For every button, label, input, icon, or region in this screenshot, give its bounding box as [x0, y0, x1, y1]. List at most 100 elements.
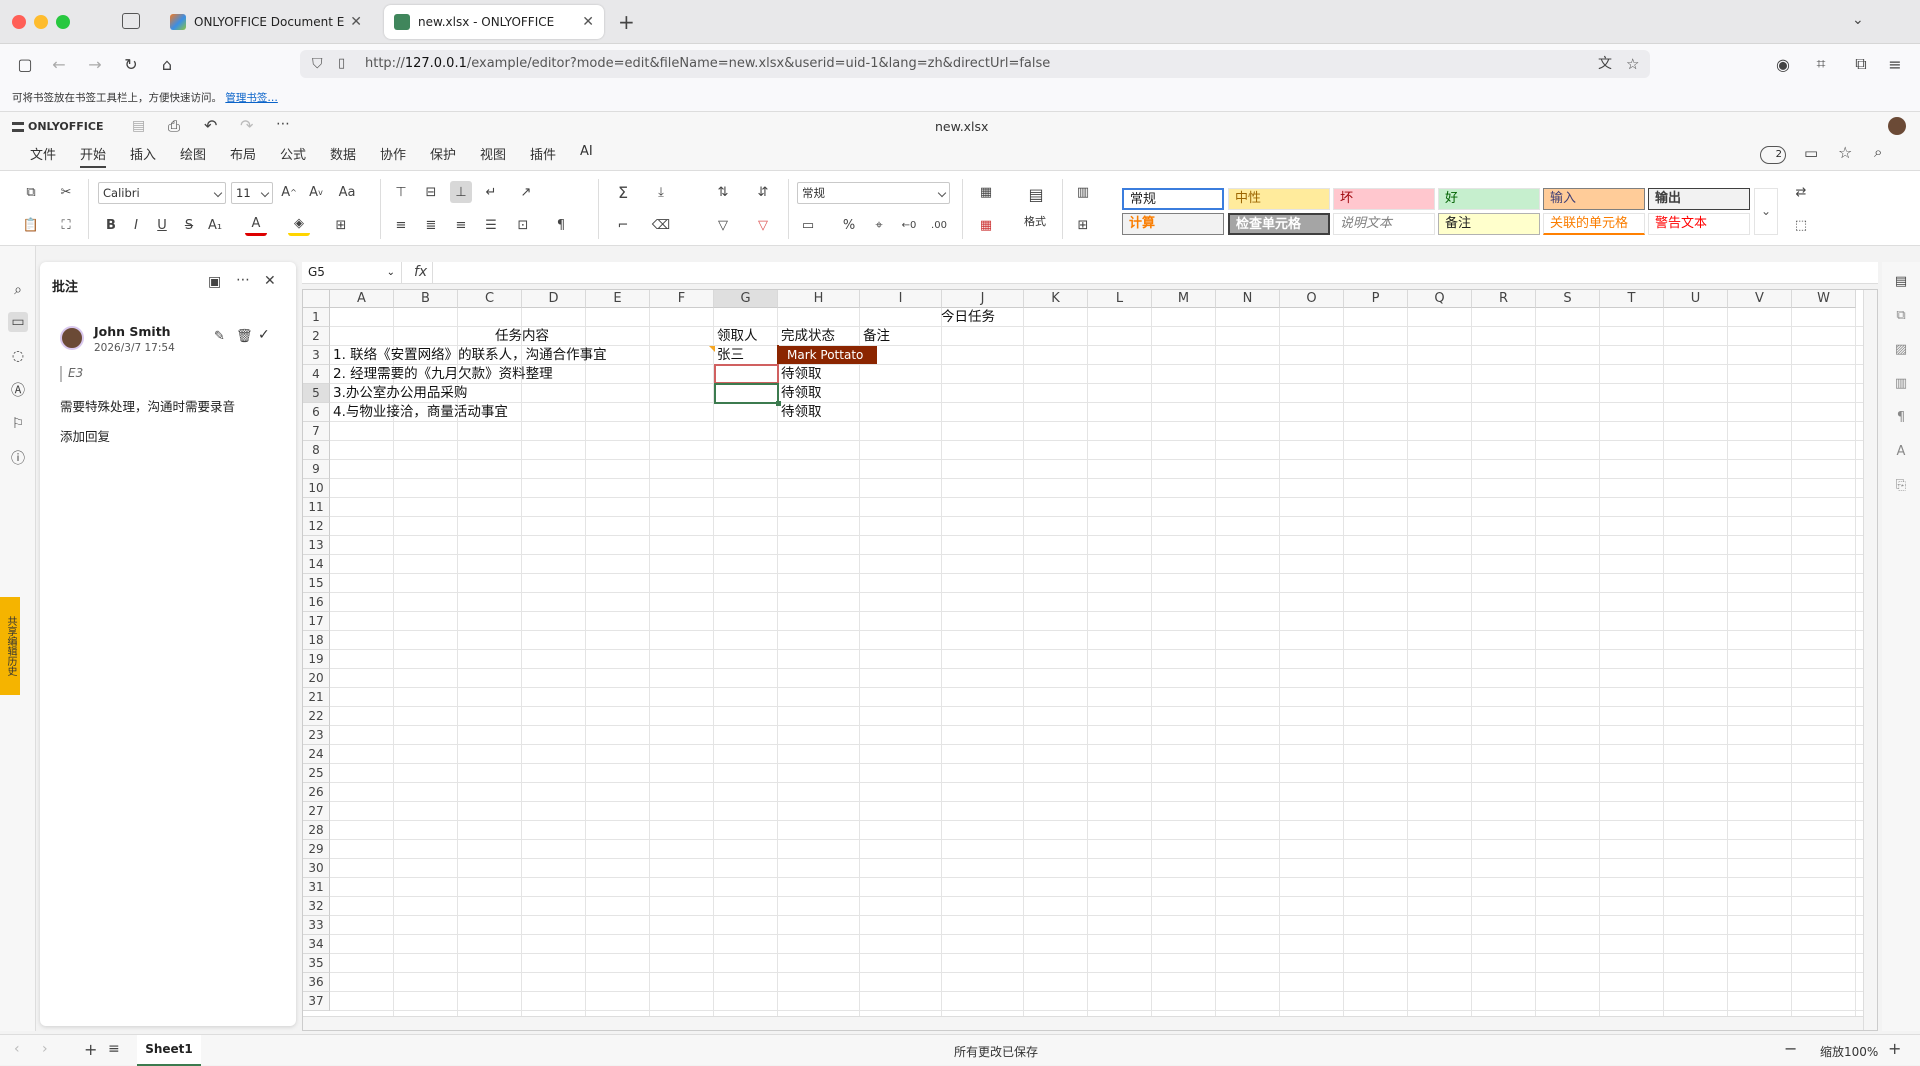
column-header-I[interactable]: I	[860, 290, 942, 308]
vertical-scrollbar[interactable]	[1863, 290, 1877, 1030]
align-right-icon[interactable]: ≡	[450, 214, 472, 236]
tab-data[interactable]: 数据	[330, 144, 356, 163]
align-bottom-icon[interactable]: ⊥	[450, 181, 472, 203]
borders-icon[interactable]: ⊞	[330, 214, 352, 236]
clear-filter-icon[interactable]: ▽	[752, 214, 774, 236]
row-header-29[interactable]: 29	[303, 840, 330, 859]
row-header-31[interactable]: 31	[303, 878, 330, 897]
delete-cells-icon[interactable]: ▦	[975, 214, 997, 236]
print-icon[interactable]: ⎙	[168, 117, 180, 135]
cell-style-explanatory[interactable]: 说明文本	[1333, 213, 1435, 235]
bookmark-star-icon[interactable]: ☆	[1626, 50, 1639, 78]
text-art-icon[interactable]: A	[1892, 442, 1910, 460]
tab-home[interactable]: 开始	[80, 144, 107, 168]
search-icon[interactable]: ⌕	[1874, 143, 1882, 161]
chat-icon[interactable]: ◌	[8, 346, 28, 366]
page-info-icon[interactable]: ▯	[338, 50, 345, 78]
image-settings-icon[interactable]: ▨	[1892, 340, 1910, 358]
undo-icon[interactable]: ↶	[204, 116, 217, 135]
account-icon[interactable]: ◉	[1772, 53, 1794, 75]
cell-A5[interactable]: 3.办公室办公用品采购	[330, 384, 467, 403]
translate-icon[interactable]: 文	[1598, 50, 1612, 78]
announcement-icon[interactable]: ⚐	[8, 414, 28, 434]
new-tab-button[interactable]: +	[618, 10, 635, 34]
tab-formula[interactable]: 公式	[280, 144, 306, 163]
tab-list-chevron-icon[interactable]: ⌄	[1852, 12, 1864, 28]
function-icon[interactable]: fx	[414, 262, 427, 283]
close-window-button[interactable]	[12, 15, 26, 29]
wrap-text-icon[interactable]: ↵	[480, 181, 502, 203]
column-header-E[interactable]: E	[586, 290, 650, 308]
justify-icon[interactable]: ☰	[480, 214, 502, 236]
cell-H5[interactable]: 待领取	[778, 384, 822, 403]
fill-handle[interactable]	[776, 401, 781, 406]
sum-icon[interactable]: Σ	[612, 181, 634, 203]
close-icon[interactable]: ✕	[264, 273, 276, 289]
add-reply-link[interactable]: 添加回复	[60, 426, 110, 445]
tab-collaborate[interactable]: 协作	[380, 144, 406, 163]
insert-cells-icon[interactable]: ▥	[1072, 181, 1094, 203]
comments-icon[interactable]: ▭	[8, 312, 28, 332]
tab-layout[interactable]: 布局	[230, 144, 256, 163]
column-header-S[interactable]: S	[1536, 290, 1600, 308]
delete-trash-icon[interactable]: 🗑	[236, 329, 253, 344]
column-header-C[interactable]: C	[458, 290, 522, 308]
italic-icon[interactable]: I	[125, 214, 147, 236]
active-cell-selection[interactable]	[714, 383, 779, 404]
strikethrough-icon[interactable]: S	[178, 214, 200, 236]
row-header-11[interactable]: 11	[303, 498, 330, 517]
chart-settings-icon[interactable]: ▥	[1892, 374, 1910, 392]
comma-style-icon[interactable]: ⌖	[868, 214, 890, 236]
cell-style-note[interactable]: 备注	[1438, 213, 1540, 235]
column-header-D[interactable]: D	[522, 290, 586, 308]
back-arrow-icon[interactable]: ←	[48, 53, 70, 75]
row-header-36[interactable]: 36	[303, 973, 330, 992]
styles-expand-chevron-icon[interactable]: ⌄	[1754, 188, 1778, 235]
row-header-18[interactable]: 18	[303, 631, 330, 650]
percent-icon[interactable]: %	[838, 214, 860, 236]
tab-plugins[interactable]: 插件	[530, 144, 556, 163]
format-painter-icon[interactable]: ⛶	[55, 214, 77, 236]
row-header-17[interactable]: 17	[303, 612, 330, 631]
format-table-icon[interactable]: ▤	[1025, 183, 1047, 205]
cell-G2-header[interactable]: 领取人	[714, 327, 778, 346]
row-header-37[interactable]: 37	[303, 992, 330, 1011]
row-header-8[interactable]: 8	[303, 441, 330, 460]
fill-color-icon[interactable]: ◈	[288, 214, 310, 236]
row-header-13[interactable]: 13	[303, 536, 330, 555]
column-header-U[interactable]: U	[1664, 290, 1728, 308]
cell-H2-header[interactable]: 完成状态	[778, 327, 860, 346]
sidebar-toggle-icon[interactable]: ▢	[14, 53, 36, 75]
history-side-tab[interactable]: 共享编辑历史	[0, 597, 20, 695]
resolve-check-icon[interactable]: ✓	[258, 327, 270, 343]
decrease-font-icon[interactable]: Av	[305, 181, 327, 203]
column-header-M[interactable]: M	[1152, 290, 1216, 308]
copy-icon[interactable]: ⧉	[20, 181, 42, 203]
cell-I2-header[interactable]: 备注	[860, 327, 942, 346]
cell-H4[interactable]: 待领取	[778, 365, 822, 384]
table-settings-icon[interactable]: ⧉	[1892, 306, 1910, 324]
tab-overview-icon[interactable]	[122, 13, 140, 29]
save-icon[interactable]: ▤	[132, 118, 145, 134]
close-icon[interactable]: ✕	[582, 14, 594, 30]
row-header-27[interactable]: 27	[303, 802, 330, 821]
column-header-Q[interactable]: Q	[1408, 290, 1472, 308]
row-header-12[interactable]: 12	[303, 517, 330, 536]
zoom-out-button[interactable]: −	[1784, 1039, 1797, 1058]
sort-descending-icon[interactable]: ⇵	[752, 181, 774, 203]
zoom-in-button[interactable]: +	[1888, 1039, 1901, 1058]
spreadsheet-grid[interactable]: ABCDEFGHIJKLMNOPQRSTUVW 1 2 3 4 5 6 7 8 9 10 11 12 1…	[302, 289, 1878, 1031]
home-icon[interactable]: ⌂	[156, 53, 178, 75]
signature-icon[interactable]: ⎘	[1892, 476, 1910, 494]
cell-style-neutral[interactable]: 中性	[1228, 188, 1330, 210]
font-size-select[interactable]: 11	[231, 182, 273, 204]
row-header-16[interactable]: 16	[303, 593, 330, 612]
format-label[interactable]: 格式	[1024, 213, 1046, 229]
cell-style-bad[interactable]: 坏	[1333, 188, 1435, 210]
minimize-window-button[interactable]	[34, 15, 48, 29]
row-header-20[interactable]: 20	[303, 669, 330, 688]
row-header-10[interactable]: 10	[303, 479, 330, 498]
row-header-6[interactable]: 6	[303, 403, 330, 422]
row-header-28[interactable]: 28	[303, 821, 330, 840]
avatar[interactable]	[1888, 117, 1906, 135]
